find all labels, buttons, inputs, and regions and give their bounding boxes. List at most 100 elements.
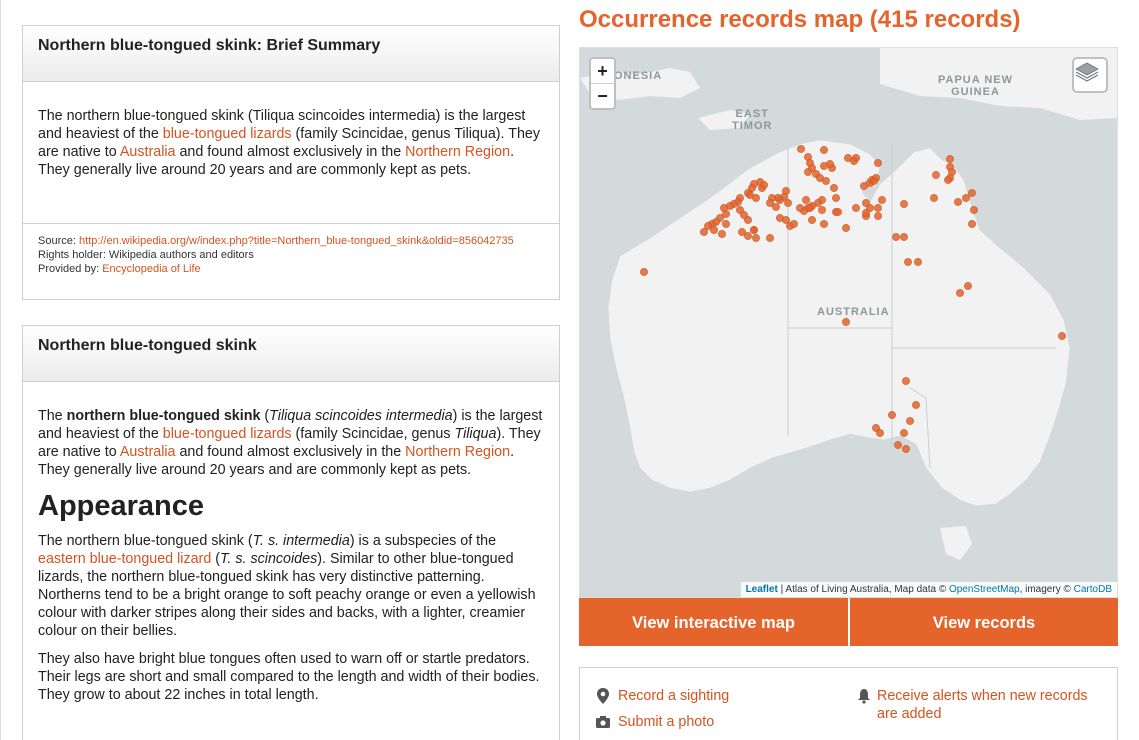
occurrence-marker[interactable] [804,168,812,176]
occurrence-marker[interactable] [744,232,752,240]
occurrence-marker[interactable] [894,441,902,449]
occurrence-marker[interactable] [802,196,810,204]
submit-photo-link[interactable]: Submit a photo [618,714,714,730]
occurrence-marker[interactable] [797,145,805,153]
occurrence-marker[interactable] [752,234,760,242]
occurrence-marker[interactable] [892,233,900,241]
view-records-button[interactable]: View records [850,598,1118,646]
occurrence-marker[interactable] [752,194,760,202]
text: The northern blue-tongued skink ( [38,533,253,549]
occurrence-marker[interactable] [946,155,954,163]
occurrence-marker[interactable] [832,194,840,202]
occurrence-marker[interactable] [830,184,838,192]
occurrence-marker[interactable] [900,233,908,241]
occurrence-marker[interactable] [784,199,792,207]
occurrence-marker[interactable] [700,228,708,236]
view-interactive-map-button[interactable]: View interactive map [579,598,849,646]
cartodb-link[interactable]: CartoDB [1074,584,1112,595]
text: ) is a subspecies of the [349,533,497,549]
occurrence-marker[interactable] [834,208,842,216]
occurrence-marker[interactable] [852,204,860,212]
zoom-in-button[interactable]: + [591,59,614,84]
map-attribution: Leaflet | Atlas of Living Australia, Map… [740,582,1117,597]
article-paragraph: They also have bright blue tongues often… [38,651,540,703]
australia-link[interactable]: Australia [120,444,176,460]
occurrence-marker[interactable] [820,146,828,154]
occurrence-marker[interactable] [870,177,878,185]
occurrence-marker[interactable] [874,159,882,167]
blue-tongued-lizards-link[interactable]: blue-tongued lizards [163,426,292,442]
occurrence-marker[interactable] [968,220,976,228]
occurrence-marker[interactable] [862,199,870,207]
actions-panel: Record a sighting Submit a photo Receive… [579,667,1118,740]
occurrence-marker[interactable] [790,220,798,228]
occurrence-marker[interactable] [878,196,886,204]
occurrence-marker[interactable] [904,258,912,266]
occurrence-marker[interactable] [876,429,884,437]
occurrence-marker[interactable] [766,234,774,242]
occurrence-marker[interactable] [902,445,910,453]
occurrence-marker[interactable] [874,212,882,220]
occurrence-marker[interactable] [932,171,940,179]
occurrence-marker[interactable] [954,198,962,206]
occurrence-marker[interactable] [900,200,908,208]
scientific-name: T. s. intermedia [252,533,350,549]
occurrence-marker[interactable] [906,417,914,425]
occurrence-marker[interactable] [964,282,972,290]
eastern-blue-tongued-lizard-link[interactable]: eastern blue-tongued lizard [38,551,211,567]
source-url-link[interactable]: http://en.wikipedia.org/w/index.php?titl… [79,235,514,247]
occurrence-marker[interactable] [914,258,922,266]
camera-icon [596,716,610,728]
occurrence-marker[interactable] [772,203,780,211]
occurrence-marker[interactable] [760,181,768,189]
occurrence-marker[interactable] [820,220,828,228]
occurrence-marker[interactable] [640,268,648,276]
occurrence-marker[interactable] [750,226,758,234]
occurrence-marker[interactable] [902,377,910,385]
occurrence-marker[interactable] [962,194,970,202]
layers-button[interactable] [1072,57,1108,93]
record-sighting-action[interactable]: Record a sighting [596,687,729,705]
map-canvas[interactable] [580,48,1118,598]
occurrence-marker[interactable] [888,411,896,419]
occurrence-marker[interactable] [944,176,952,184]
receive-alerts-action[interactable]: Receive alerts when new records are adde… [857,687,1107,723]
occurrence-marker[interactable] [808,216,816,224]
occurrence-marker[interactable] [850,157,858,165]
occurrence-marker[interactable] [956,289,964,297]
occurrence-marker[interactable] [900,429,908,437]
occurrence-marker[interactable] [796,204,804,212]
text: (family Scincidae, genus [291,426,455,442]
occurrence-marker[interactable] [818,206,826,214]
occurrence-marker[interactable] [842,224,850,232]
occurrence-marker[interactable] [1058,332,1066,340]
source-label: Source: [38,235,79,247]
leaflet-link[interactable]: Leaflet [746,584,778,595]
occurrence-map[interactable]: ONESIA EAST TIMOR PAPUA NEW GUINEA AUSTR… [579,47,1118,598]
australia-landmass [607,139,1071,507]
occurrence-marker[interactable] [722,220,730,228]
occurrence-marker[interactable] [718,230,726,238]
eol-link[interactable]: Encyclopedia of Life [102,263,200,275]
occurrence-marker[interactable] [710,226,718,234]
occurrence-marker[interactable] [874,204,882,212]
occurrence-marker[interactable] [968,189,976,197]
receive-alerts-link[interactable]: Receive alerts when new records are adde… [877,688,1088,722]
occurrence-marker[interactable] [842,318,850,326]
png-label: PAPUA NEW GUINEA [938,74,1013,98]
occurrence-marker[interactable] [822,177,830,185]
blue-tongued-lizards-link[interactable]: blue-tongued lizards [163,126,292,142]
northern-region-link[interactable]: Northern Region [405,444,510,460]
zoom-out-button[interactable]: − [591,84,614,108]
northern-region-link[interactable]: Northern Region [405,144,510,160]
record-sighting-link[interactable]: Record a sighting [618,688,729,704]
occurrence-marker[interactable] [970,206,978,214]
occurrence-marker[interactable] [820,162,828,170]
australia-link[interactable]: Australia [120,144,176,160]
occurrence-marker[interactable] [744,216,752,224]
osm-link[interactable]: OpenStreetMap [949,584,1020,595]
occurrence-marker[interactable] [930,194,938,202]
occurrence-marker[interactable] [806,204,814,212]
submit-photo-action[interactable]: Submit a photo [596,713,714,731]
occurrence-marker[interactable] [912,401,920,409]
